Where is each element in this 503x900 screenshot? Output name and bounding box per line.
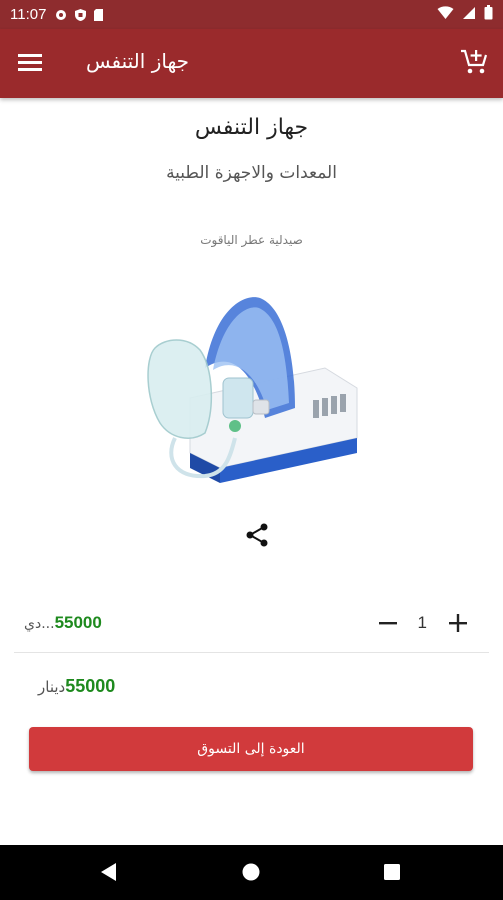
status-time: 11:07 <box>10 6 47 23</box>
navigation-bar <box>0 845 503 900</box>
menu-icon[interactable] <box>18 51 44 73</box>
status-bar: 11:07 <box>0 0 503 29</box>
product-store: صيدلية عطر الياقوت <box>200 233 303 247</box>
recents-icon[interactable] <box>382 862 402 882</box>
sd-card-icon <box>94 8 104 21</box>
back-icon[interactable] <box>98 861 120 883</box>
nebulizer-image <box>135 288 370 488</box>
product-category: المعدات والاجهزة الطبية <box>166 163 337 183</box>
quantity-value: 1 <box>417 613 427 632</box>
shield-icon <box>75 8 87 21</box>
signal-icon <box>463 6 475 19</box>
share-icon[interactable] <box>243 521 271 549</box>
unit-price-currency: دي... <box>24 616 55 632</box>
home-icon[interactable] <box>240 861 262 883</box>
total-price-value: 55000 <box>65 676 116 696</box>
battery-icon <box>484 5 493 20</box>
settings-icon <box>56 9 67 20</box>
total-price: دينار 55000 <box>38 676 115 697</box>
app-bar-title: جهاز التنفس <box>86 49 190 73</box>
plus-icon[interactable] <box>447 612 469 634</box>
app-bar: جهاز التنفس <box>0 29 503 98</box>
add-to-cart-icon[interactable] <box>459 47 489 77</box>
wifi-icon <box>437 5 454 19</box>
back-to-shopping-button[interactable]: العودة إلى التسوق <box>29 727 473 771</box>
product-title: جهاز التنفس <box>194 115 309 140</box>
price-quantity-row: دي... 55000 1 <box>14 600 489 653</box>
unit-price-value: 55000 <box>54 613 102 632</box>
total-price-currency: دينار <box>38 678 66 696</box>
unit-price: دي... 55000 <box>24 613 102 633</box>
minus-icon[interactable] <box>377 612 399 634</box>
